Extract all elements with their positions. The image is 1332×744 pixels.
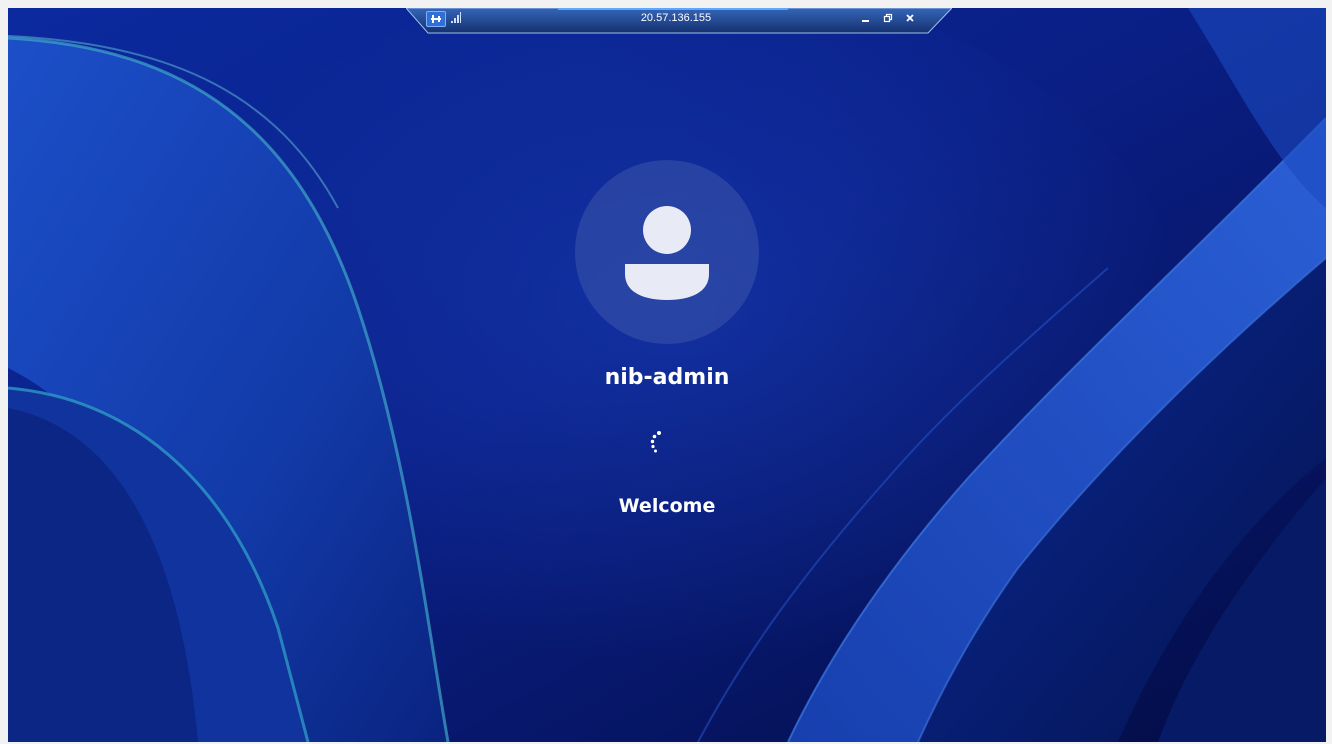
close-icon <box>906 14 914 22</box>
connection-title: 20.57.136.155 <box>640 12 712 24</box>
minimize-button[interactable] <box>858 10 874 26</box>
remote-desktop-screen: 20.57.136.155 nib-admin Welcome <box>8 8 1326 742</box>
user-avatar-icon <box>625 206 709 300</box>
user-avatar <box>575 160 759 344</box>
close-button[interactable] <box>902 10 918 26</box>
pin-icon <box>431 15 441 23</box>
restore-icon <box>883 13 893 23</box>
pin-button[interactable] <box>426 11 446 27</box>
connection-bar[interactable]: 20.57.136.155 <box>406 8 952 34</box>
status-text: Welcome <box>618 495 716 517</box>
username: nib-admin <box>604 365 730 390</box>
minimize-icon <box>862 20 869 22</box>
restore-button[interactable] <box>880 10 896 26</box>
loading-spinner-icon <box>650 431 661 453</box>
connection-quality-icon[interactable] <box>450 12 462 24</box>
